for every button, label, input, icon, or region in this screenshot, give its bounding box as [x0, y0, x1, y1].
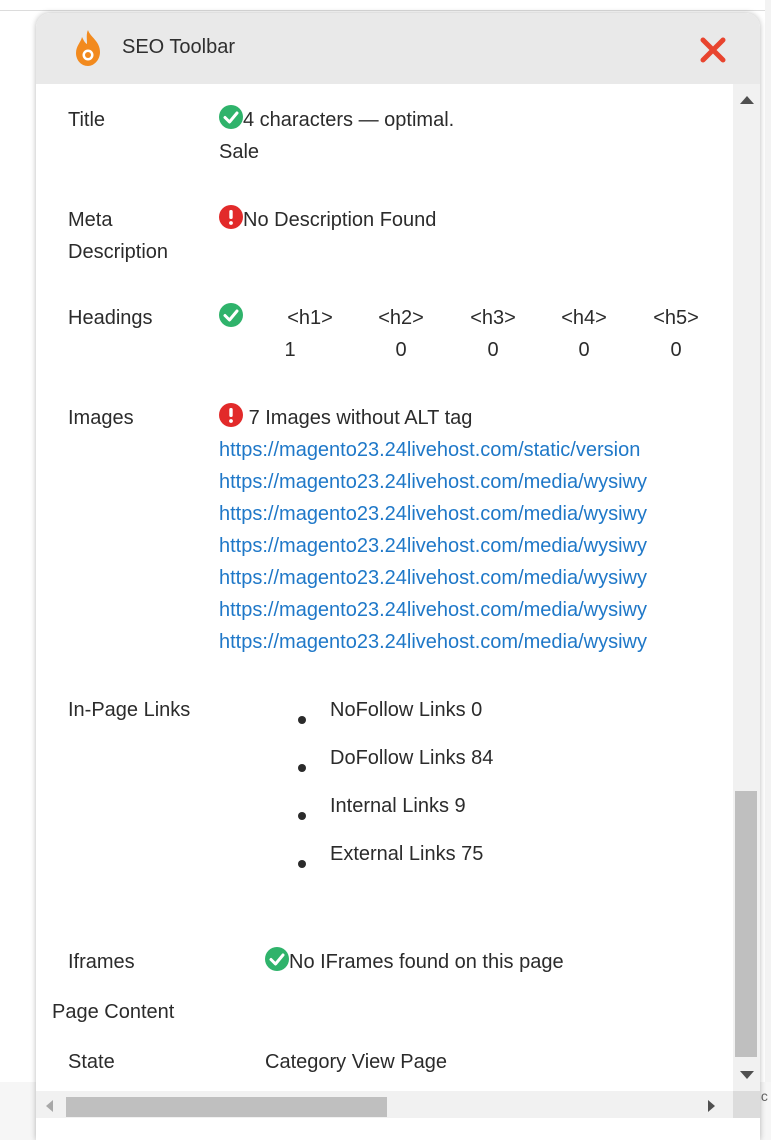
- title-label: Title: [68, 109, 106, 131]
- images-status-text: 7 Images without ALT tag: [248, 407, 473, 429]
- vertical-scrollbar[interactable]: [733, 84, 760, 1091]
- image-link[interactable]: https://magento23.24livehost.com/media/w…: [219, 594, 727, 626]
- seo-toolbar-panel: SEO Toolbar Title 4 characters — optimal…: [36, 13, 760, 1140]
- close-icon[interactable]: [696, 33, 730, 67]
- image-link[interactable]: https://magento23.24livehost.com/media/w…: [219, 562, 727, 594]
- scroll-up-arrow-icon[interactable]: [740, 96, 754, 104]
- scrollbar-corner: [733, 1091, 760, 1118]
- iframes-label: Iframes: [68, 951, 135, 973]
- meta-label-line1: Meta: [68, 209, 113, 231]
- image-link[interactable]: https://magento23.24livehost.com/media/w…: [219, 466, 727, 498]
- list-item-internal: Internal Links 9: [330, 795, 466, 817]
- meta-status-text: No Description Found: [243, 209, 437, 231]
- image-link[interactable]: https://magento23.24livehost.com/media/w…: [219, 498, 727, 530]
- title-status-text: 4 characters — optimal.: [243, 109, 455, 131]
- meta-label-line2: Description: [68, 241, 169, 263]
- list-item-dofollow: DoFollow Links 84: [330, 747, 494, 769]
- heading-h3-tag: <h3>: [470, 307, 516, 329]
- heading-h4-count: 0: [578, 339, 590, 361]
- horizontal-scrollbar[interactable]: [36, 1091, 733, 1118]
- state-label: State: [68, 1051, 115, 1073]
- image-link[interactable]: https://magento23.24livehost.com/media/w…: [219, 626, 727, 658]
- background-top-line: [0, 10, 771, 11]
- heading-h2-count: 0: [395, 339, 407, 361]
- page-content-heading: Page Content: [52, 1001, 175, 1023]
- horizontal-scroll-thumb[interactable]: [66, 1097, 387, 1117]
- check-circle-icon: [219, 303, 243, 327]
- headings-status: [219, 302, 243, 334]
- vertical-scroll-thumb[interactable]: [735, 791, 757, 1057]
- heading-h2-tag: <h2>: [378, 307, 424, 329]
- iframes-status: No IFrames found on this page: [265, 946, 564, 978]
- heading-h1-count: 1: [284, 339, 296, 361]
- images-status: 7 Images without ALT tag: [219, 402, 472, 434]
- title-status: 4 characters — optimal.: [219, 104, 454, 136]
- list-bullet: [298, 860, 306, 868]
- images-label: Images: [68, 407, 134, 429]
- list-bullet: [298, 764, 306, 772]
- heading-h5-tag: <h5>: [653, 307, 699, 329]
- links-label: In-Page Links: [68, 699, 191, 721]
- scroll-left-arrow-icon[interactable]: [46, 1100, 53, 1112]
- heading-h4-tag: <h4>: [561, 307, 607, 329]
- image-link[interactable]: https://magento23.24livehost.com/media/w…: [219, 530, 727, 562]
- check-circle-icon: [265, 947, 289, 971]
- check-circle-icon: [219, 105, 243, 129]
- title-value: Sale: [219, 141, 260, 163]
- list-bullet: [298, 812, 306, 820]
- meta-status: No Description Found: [219, 204, 436, 236]
- toolbar-content: Title 4 characters — optimal. Sale Meta …: [36, 84, 736, 1090]
- list-item-external: External Links 75: [330, 843, 484, 865]
- heading-h3-count: 0: [487, 339, 499, 361]
- toolbar-header: SEO Toolbar: [36, 13, 760, 84]
- scroll-down-arrow-icon[interactable]: [740, 1071, 754, 1079]
- flame-logo-icon: [76, 30, 100, 66]
- background-page-right: [765, 0, 771, 1140]
- iframes-status-text: No IFrames found on this page: [289, 951, 564, 973]
- list-bullet: [298, 716, 306, 724]
- image-link[interactable]: https://magento23.24livehost.com/static/…: [219, 434, 727, 466]
- heading-h1-tag: <h1>: [287, 307, 333, 329]
- scroll-right-arrow-icon[interactable]: [708, 1100, 715, 1112]
- exclamation-circle-icon: [219, 205, 243, 229]
- exclamation-circle-icon: [219, 403, 243, 427]
- state-value: Category View Page: [265, 1051, 447, 1073]
- list-item-nofollow: NoFollow Links 0: [330, 699, 483, 721]
- heading-h5-count: 0: [670, 339, 682, 361]
- headings-label: Headings: [68, 307, 153, 329]
- toolbar-title: SEO Toolbar: [122, 36, 236, 58]
